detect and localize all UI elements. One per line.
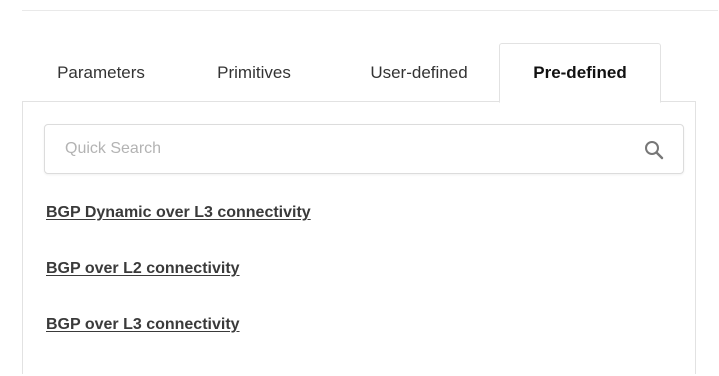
tab-primitives[interactable]: Primitives <box>194 43 314 102</box>
tab-label: User-defined <box>370 62 468 82</box>
tab-user-defined[interactable]: User-defined <box>344 43 494 102</box>
tab-label: Primitives <box>217 62 291 82</box>
tab-pre-defined[interactable]: Pre-defined <box>499 43 661 103</box>
template-browser: Parameters Primitives User-defined Pre-d… <box>0 0 719 376</box>
tab-parameters[interactable]: Parameters <box>42 43 160 102</box>
quick-search-input[interactable] <box>46 126 636 172</box>
tab-bar: Parameters Primitives User-defined Pre-d… <box>22 43 696 103</box>
top-divider <box>22 10 718 11</box>
tab-label: Pre-defined <box>533 63 627 82</box>
quick-search-box <box>44 124 684 174</box>
template-link-bgp-dynamic-l3[interactable]: BGP Dynamic over L3 connectivity <box>46 204 311 222</box>
tab-label: Parameters <box>57 62 145 82</box>
template-link-bgp-l3[interactable]: BGP over L3 connectivity <box>46 316 240 334</box>
template-link-bgp-l2[interactable]: BGP over L2 connectivity <box>46 260 240 278</box>
search-icon[interactable] <box>643 139 665 161</box>
